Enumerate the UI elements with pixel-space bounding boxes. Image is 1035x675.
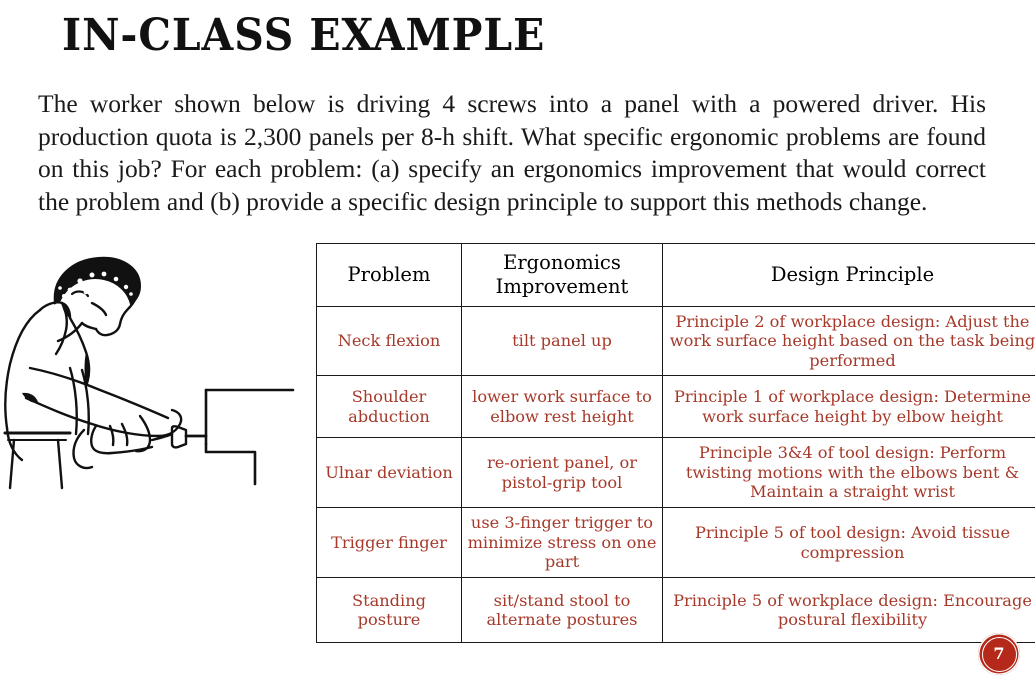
cell-improvement: lower work surface to elbow rest height xyxy=(461,375,663,438)
cell-problem: Trigger finger xyxy=(316,507,462,578)
table-header: Problem Ergonomics Improvement Design Pr… xyxy=(316,243,1035,307)
table-row: Shoulder abduction lower work surface to… xyxy=(316,375,1035,438)
cell-principle: Principle 3&4 of tool design: Perform tw… xyxy=(662,437,1035,508)
column-header-problem: Problem xyxy=(316,243,462,307)
cell-problem: Neck flexion xyxy=(316,306,462,376)
column-header-design-principle: Design Principle xyxy=(662,243,1035,307)
table-body: Neck flexion tilt panel up Principle 2 o… xyxy=(316,306,1035,643)
page-title: IN-CLASS EXAMPLE xyxy=(62,10,546,61)
cell-improvement: tilt panel up xyxy=(461,306,663,376)
problem-statement-paragraph: The worker shown below is driving 4 scre… xyxy=(38,89,986,216)
cell-principle: Principle 5 of tool design: Avoid tissue… xyxy=(662,507,1035,578)
table-row: Standing posture sit/stand stool to alte… xyxy=(316,577,1035,643)
ergonomics-analysis-table: Problem Ergonomics Improvement Design Pr… xyxy=(316,243,1035,643)
column-header-ergonomics-improvement: Ergonomics Improvement xyxy=(461,243,663,307)
table-row: Trigger finger use 3-finger trigger to m… xyxy=(316,507,1035,578)
cell-problem: Shoulder abduction xyxy=(316,375,462,438)
cell-principle: Principle 2 of workplace design: Adjust … xyxy=(662,306,1035,376)
page-number-badge: 7 xyxy=(978,633,1020,675)
cell-problem: Standing posture xyxy=(316,577,462,643)
cell-problem: Ulnar deviation xyxy=(316,437,462,508)
hair-shape xyxy=(53,256,142,306)
cell-improvement: re-orient panel, or pistol-grip tool xyxy=(461,437,663,508)
cell-principle: Principle 1 of workplace design: Determi… xyxy=(662,375,1035,438)
cell-principle: Principle 5 of workplace design: Encoura… xyxy=(662,577,1035,643)
cell-improvement: sit/stand stool to alternate postures xyxy=(461,577,663,643)
page-number-label: 7 xyxy=(981,636,1017,672)
worker-illustration xyxy=(0,248,295,493)
table-row: Ulnar deviation re-orient panel, or pist… xyxy=(316,437,1035,508)
table-header-row: Problem Ergonomics Improvement Design Pr… xyxy=(316,243,1035,307)
worker-drilling-panel-icon xyxy=(3,256,295,490)
cell-improvement: use 3-finger trigger to minimize stress … xyxy=(461,507,663,578)
table-row: Neck flexion tilt panel up Principle 2 o… xyxy=(316,306,1035,376)
